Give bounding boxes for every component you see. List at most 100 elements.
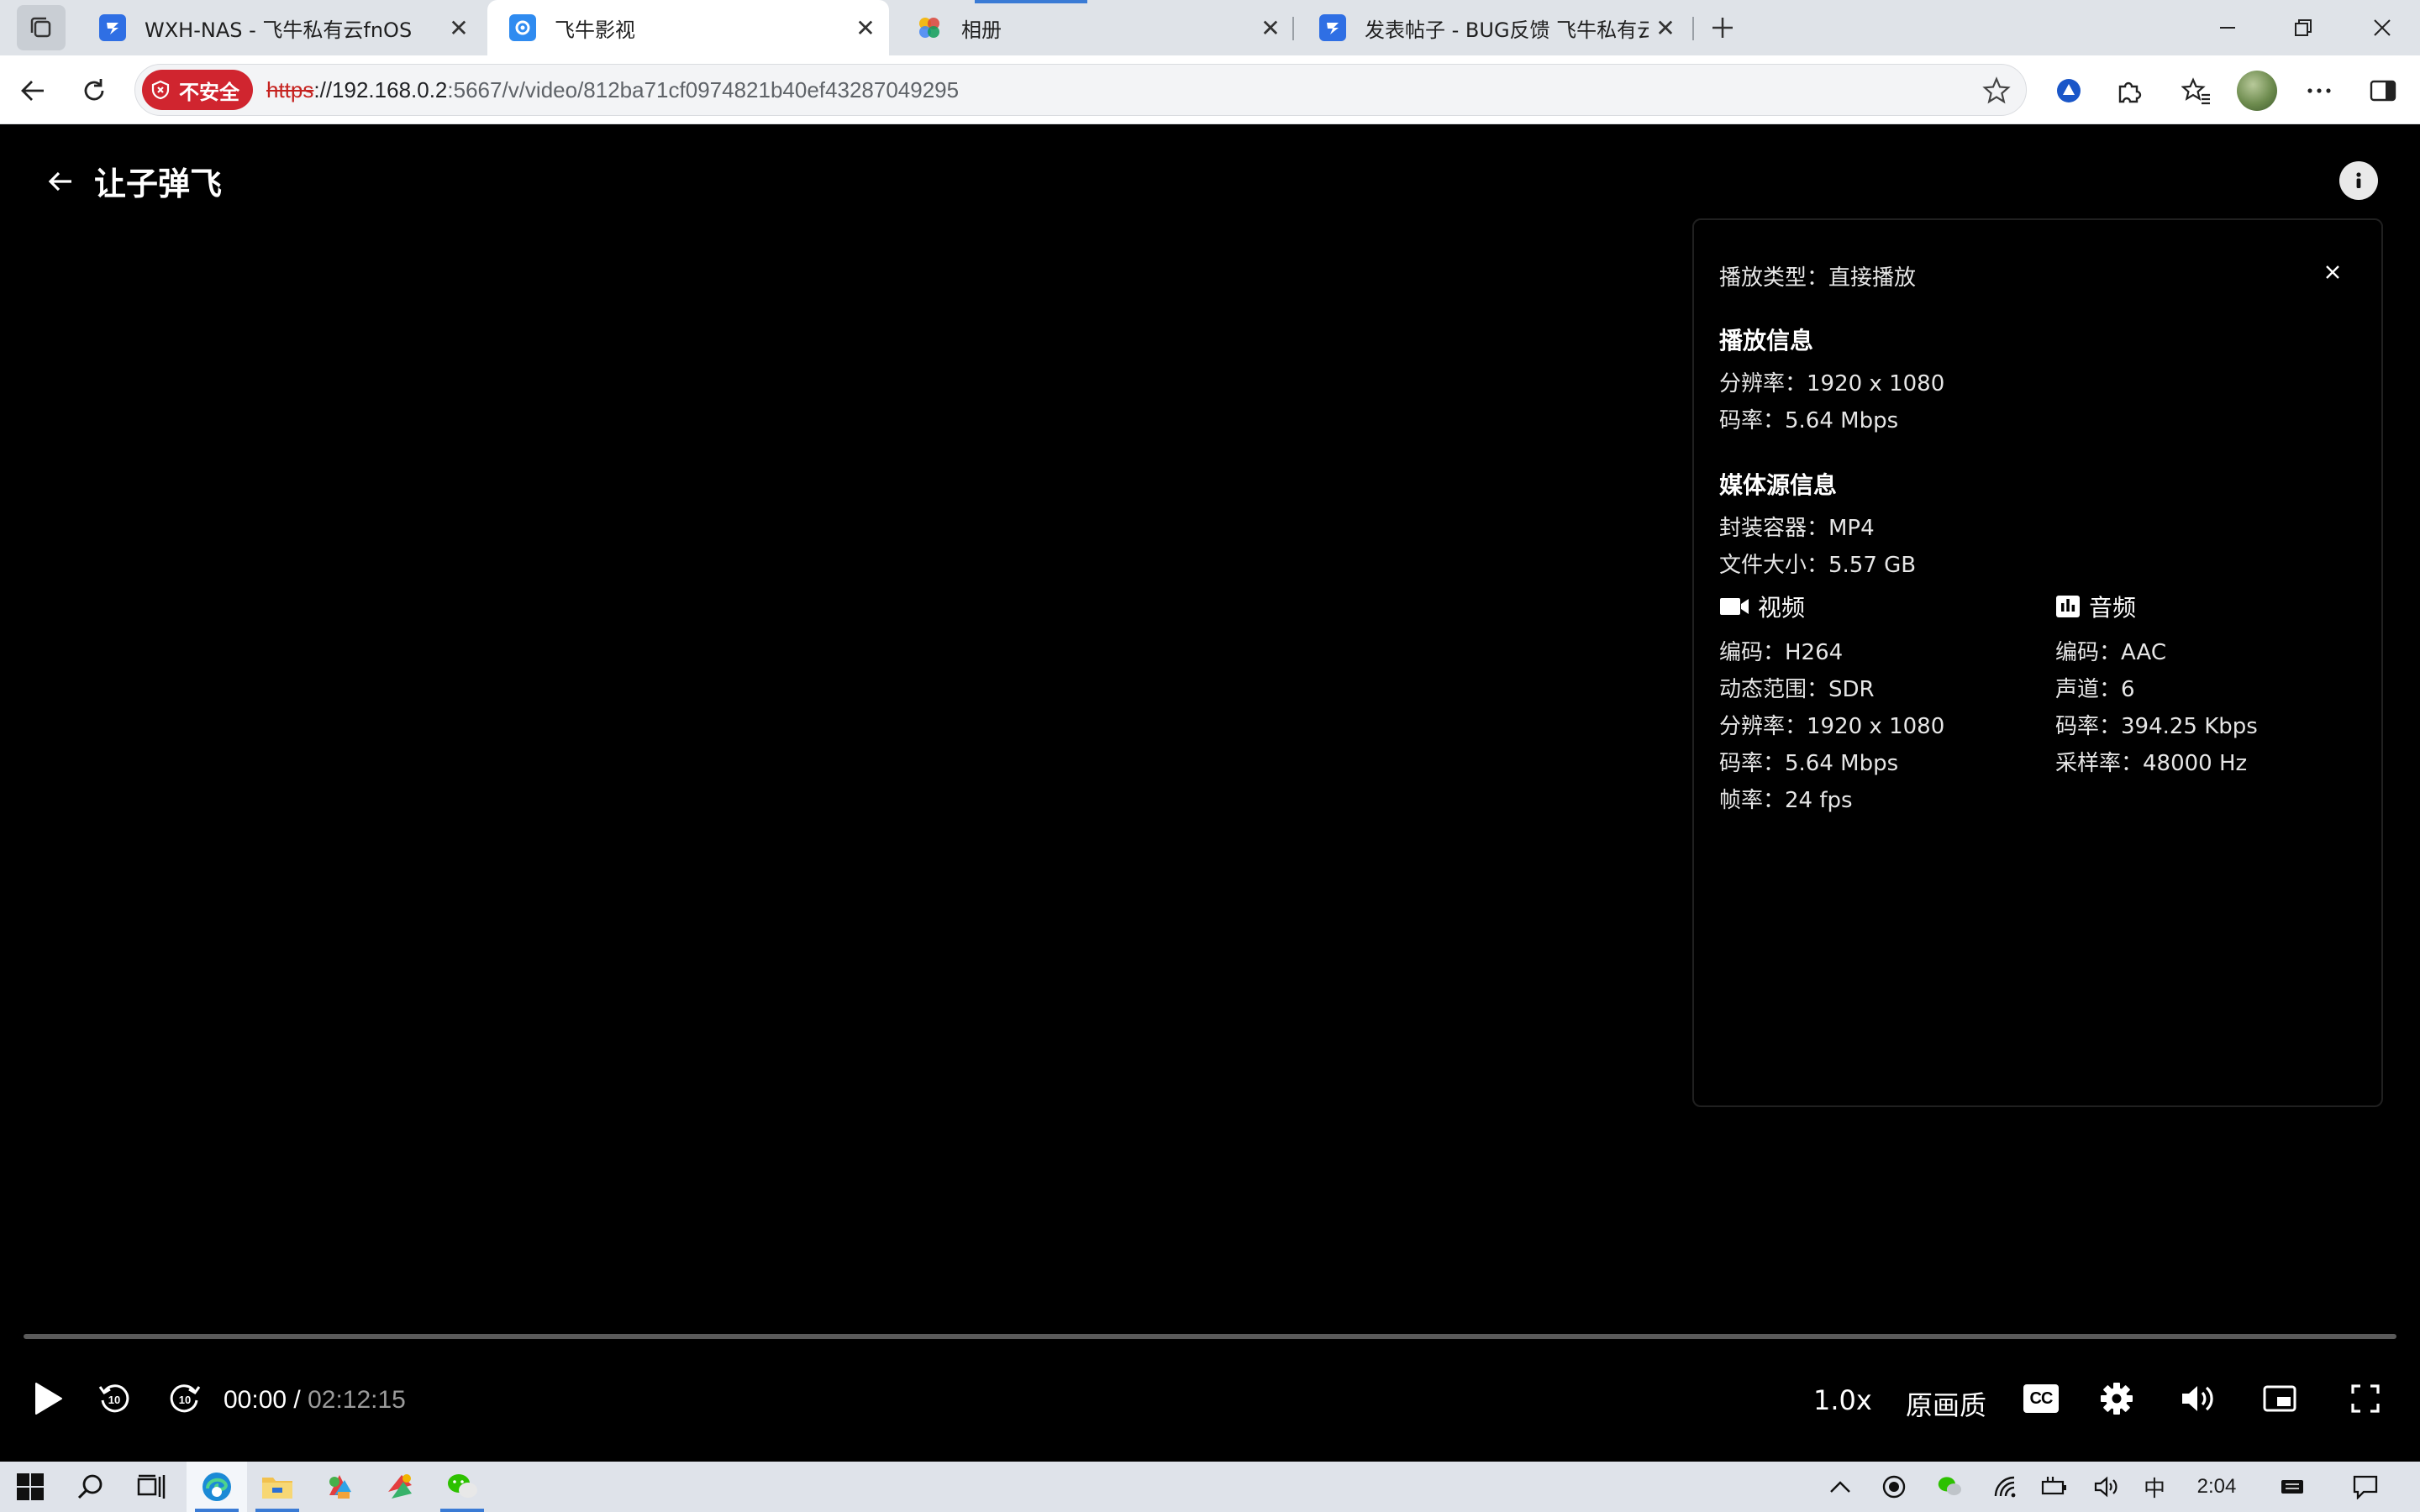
taskbar-app-2[interactable]	[370, 1462, 430, 1512]
quality-button[interactable]: 原画质	[1906, 1384, 1986, 1423]
player-back-button[interactable]	[42, 163, 79, 200]
minimize-icon	[2220, 27, 2235, 29]
volume-button[interactable]	[2176, 1378, 2220, 1420]
tab-separator	[1292, 17, 1294, 40]
fullscreen-button[interactable]	[2344, 1378, 2386, 1420]
info-panel-close-button[interactable]	[2317, 257, 2348, 287]
more-horizontal-icon	[2307, 88, 2331, 93]
sidebar-toggle-button[interactable]	[2360, 67, 2407, 114]
fullscreen-icon	[2351, 1384, 2380, 1413]
play-button[interactable]	[27, 1378, 69, 1420]
wechat-icon	[1938, 1477, 1961, 1496]
audio-channels: 声道：6	[2055, 677, 2135, 702]
vpn-icon	[2057, 79, 2081, 102]
tab-title: 飞牛影视	[555, 18, 635, 42]
audio-codec: 编码：AAC	[2055, 640, 2166, 665]
info-icon	[2356, 172, 2361, 188]
close-icon[interactable]: ✕	[1254, 11, 1287, 45]
play-icon	[35, 1383, 62, 1415]
star-icon	[1982, 76, 2011, 104]
settings-button[interactable]	[2096, 1378, 2138, 1420]
fnos-icon	[99, 14, 126, 41]
new-tab-button[interactable]	[1701, 7, 1744, 49]
taskbar-file-explorer[interactable]	[247, 1462, 308, 1512]
search-button[interactable]	[60, 1462, 121, 1512]
edge-browser-icon	[203, 1473, 231, 1501]
favorite-button[interactable]	[1982, 76, 2011, 108]
tab-fn-video[interactable]: 飞牛影视 ✕	[487, 0, 889, 55]
url-text: https://192.168.0.2:5667/v/video/812ba71…	[266, 77, 959, 103]
total-time: 02:12:15	[308, 1386, 406, 1414]
taskbar-wechat[interactable]	[432, 1462, 492, 1512]
more-menu-button[interactable]	[2296, 67, 2343, 114]
taskbar-clock[interactable]: 2:04	[2183, 1462, 2250, 1512]
tray-wechat-icon[interactable]	[1933, 1462, 1966, 1512]
forward-seconds-label: 10	[179, 1394, 191, 1406]
tray-volume-icon[interactable]	[2091, 1462, 2124, 1512]
favorites-button[interactable]	[2173, 67, 2220, 114]
forward-10-button[interactable]: 10	[163, 1378, 207, 1420]
tray-battery-icon[interactable]	[2039, 1462, 2072, 1512]
audio-section-heading: 音频	[2055, 590, 2136, 623]
volume-icon	[2182, 1386, 2213, 1411]
picture-in-picture-button[interactable]	[2259, 1378, 2301, 1420]
restore-button[interactable]	[2265, 0, 2341, 55]
tab-bug-report[interactable]: 发表帖子 - BUG反馈 飞牛私有云论坛 ✕	[1297, 0, 1689, 55]
tray-record-icon[interactable]	[1877, 1462, 1911, 1512]
sidebar-icon	[2370, 80, 2396, 102]
play-type: 播放类型：直接播放	[1719, 265, 1917, 291]
close-window-button[interactable]	[2344, 0, 2420, 55]
tab-title: WXH-NAS - 飞牛私有云fnOS	[145, 18, 413, 42]
action-center-button[interactable]	[2346, 1462, 2385, 1512]
tab-actions-button[interactable]	[17, 5, 66, 50]
taskbar-edge[interactable]	[187, 1462, 247, 1512]
url-host: ://192.168.0.2	[313, 76, 448, 102]
video-heading-label: 视频	[1758, 594, 1806, 622]
url-protocol: https	[266, 76, 314, 102]
time-display: 00:00 / 02:12:15	[224, 1386, 406, 1415]
security-badge[interactable]: 不安全	[142, 70, 253, 110]
extension-vpn-button[interactable]	[2045, 67, 2092, 114]
cc-icon: CC	[2023, 1384, 2059, 1413]
browser-tab-strip: WXH-NAS - 飞牛私有云fnOS ✕ 飞牛影视 ✕ 相册 ✕ 发表帖子 -…	[0, 0, 2420, 55]
profile-avatar[interactable]	[2237, 71, 2277, 111]
start-button[interactable]	[0, 1462, 60, 1512]
video-player[interactable]: 让子弹飞 播放类型：直接播放 播放信息 分辨率：1920 x 1080 码率：5…	[7, 126, 2413, 1455]
taskbar-app-1[interactable]	[309, 1462, 370, 1512]
extensions-button[interactable]	[2106, 67, 2153, 114]
show-hidden-icons-button[interactable]	[1823, 1462, 1857, 1512]
warning-shield-icon	[151, 80, 170, 100]
tab-photos[interactable]: 相册 ✕	[894, 0, 1294, 55]
video-resolution: 分辨率：1920 x 1080	[1719, 714, 1945, 739]
tray-keyboard-icon[interactable]	[2275, 1462, 2309, 1512]
input-method-indicator[interactable]: 中	[2136, 1462, 2173, 1512]
close-icon[interactable]: ✕	[442, 11, 476, 45]
address-bar[interactable]: 不安全 https://192.168.0.2:5667/v/video/812…	[134, 64, 2027, 116]
forward-10-icon: 10	[170, 1384, 201, 1413]
video-framerate: 帧率：24 fps	[1719, 788, 1853, 813]
seek-bar[interactable]	[24, 1334, 2396, 1339]
minimize-button[interactable]	[2190, 0, 2265, 55]
playback-resolution: 分辨率：1920 x 1080	[1719, 371, 1945, 396]
video-bitrate: 码率：5.64 Mbps	[1719, 751, 1899, 776]
close-icon	[2374, 19, 2391, 36]
record-icon	[1882, 1475, 1906, 1499]
speaker-icon	[2094, 1476, 2118, 1498]
chevron-up-icon	[1830, 1481, 1850, 1493]
plus-icon	[1712, 18, 1733, 38]
refresh-button[interactable]	[71, 67, 118, 114]
rewind-10-button[interactable]: 10	[92, 1378, 136, 1420]
task-view-button[interactable]	[121, 1462, 182, 1512]
close-icon[interactable]: ✕	[1649, 11, 1682, 45]
back-button[interactable]	[10, 67, 57, 114]
close-icon[interactable]: ✕	[849, 11, 882, 45]
tray-network-icon[interactable]	[1988, 1462, 2022, 1512]
fnos-icon	[1319, 14, 1346, 41]
playback-speed-button[interactable]: 1.0x	[1813, 1384, 1872, 1416]
info-button[interactable]	[2339, 161, 2378, 200]
audio-bitrate: 码率：394.25 Kbps	[2055, 714, 2258, 739]
subtitles-button[interactable]: CC	[2022, 1381, 2060, 1416]
pip-icon	[2263, 1385, 2296, 1412]
tab-wxh-nas[interactable]: WXH-NAS - 飞牛私有云fnOS ✕	[77, 0, 482, 55]
refresh-icon	[84, 79, 104, 101]
